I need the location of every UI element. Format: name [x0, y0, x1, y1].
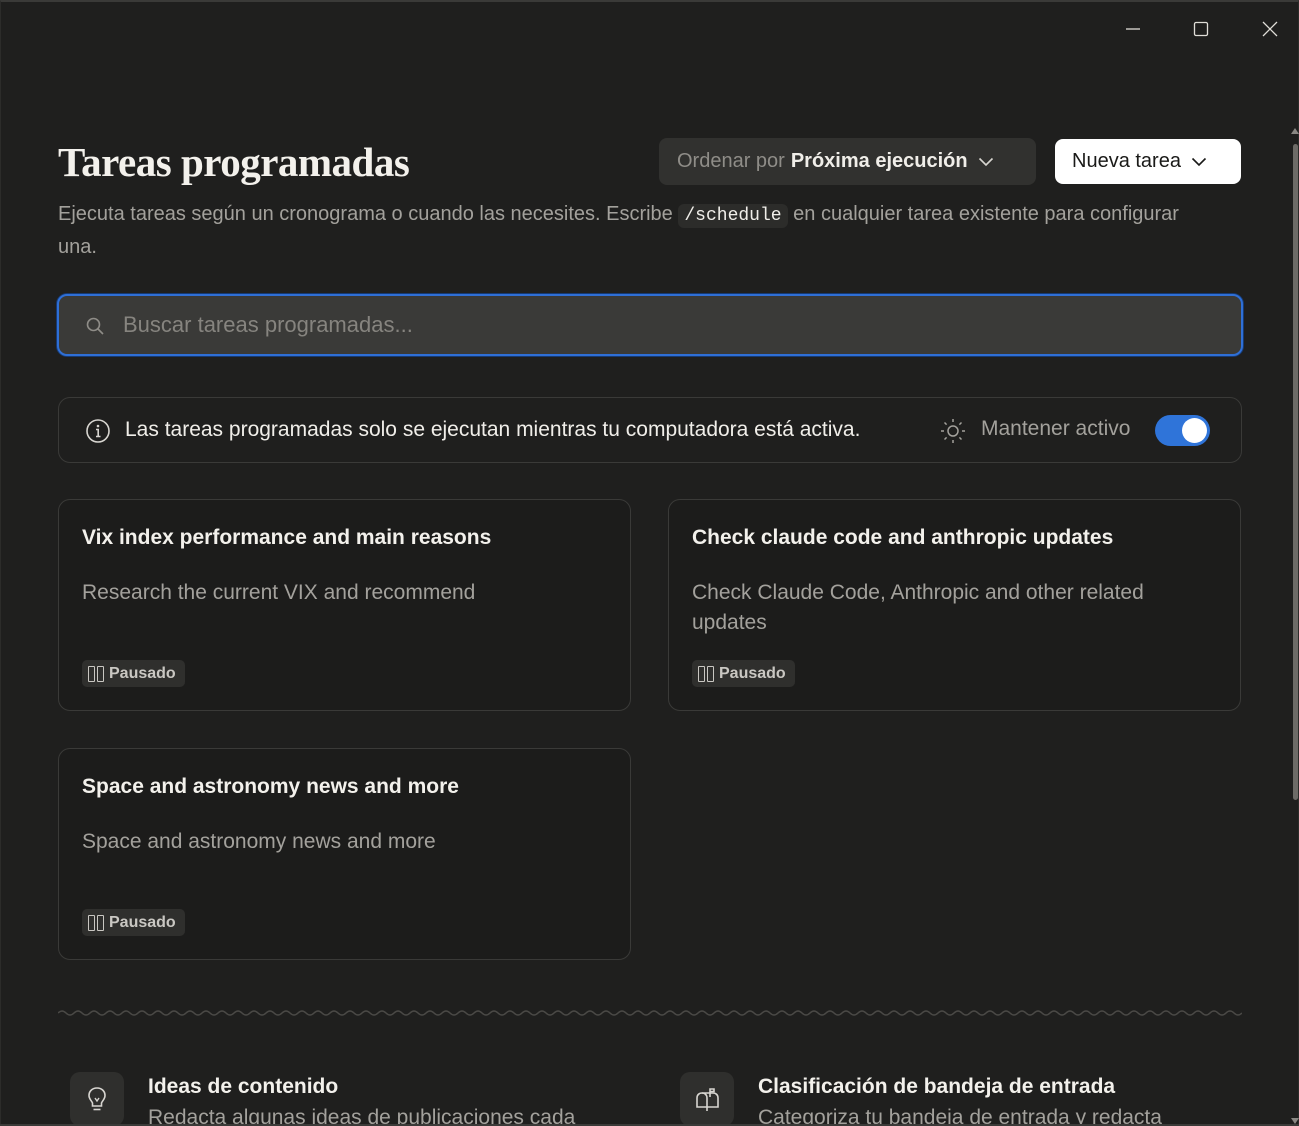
close-icon — [1262, 21, 1278, 37]
keep-awake-toggle[interactable] — [1155, 415, 1210, 446]
sort-value-label: Próxima ejecución — [790, 150, 968, 172]
lightbulb-icon — [88, 1087, 106, 1111]
pause-icon — [88, 914, 104, 931]
sun-icon — [939, 417, 967, 450]
minimize-button[interactable] — [1118, 14, 1148, 44]
wavy-divider — [58, 1010, 1242, 1016]
maximize-button[interactable] — [1186, 14, 1216, 44]
pause-icon — [698, 665, 714, 682]
status-label: Pausado — [109, 664, 176, 682]
search-icon — [85, 316, 105, 341]
suggestion-content-ideas[interactable]: Ideas de contenido Redacta algunas ideas… — [70, 1072, 630, 1126]
keep-awake-label: Mantener activo — [981, 417, 1131, 440]
maximize-icon — [1193, 21, 1209, 37]
close-button[interactable] — [1255, 14, 1285, 44]
pause-icon — [88, 665, 104, 682]
task-description: Research the current VIX and recommend — [82, 581, 476, 604]
info-icon — [85, 418, 111, 449]
chevron-down-icon — [978, 150, 994, 173]
suggestion-title: Clasificación de bandeja de entrada — [758, 1075, 1116, 1098]
keep-awake-info-bar: Las tareas programadas solo se ejecutan … — [58, 397, 1242, 463]
search-box[interactable] — [57, 294, 1243, 356]
task-card[interactable]: Vix index performance and main reasons R… — [58, 499, 631, 711]
suggestion-description: Categoriza tu bandeja de entrada y redac… — [758, 1106, 1162, 1126]
page-title: Tareas programadas — [58, 139, 410, 185]
page-subtitle: Ejecuta tareas según un cronograma o cua… — [58, 199, 1208, 263]
task-title: Vix index performance and main reasons — [82, 526, 492, 549]
task-title: Space and astronomy news and more — [82, 775, 459, 798]
vertical-scrollbar[interactable] — [1290, 128, 1299, 1124]
suggestion-icon-box — [680, 1072, 734, 1126]
mailbox-icon — [696, 1088, 719, 1111]
new-task-button[interactable]: Nueva tarea — [1055, 139, 1241, 184]
suggestion-inbox-triage[interactable]: Clasificación de bandeja de entrada Cate… — [680, 1072, 1240, 1126]
scroll-up-arrow-icon[interactable] — [1291, 128, 1299, 134]
task-description: Check Claude Code, Anthropic and other r… — [692, 581, 1144, 634]
sort-dropdown[interactable]: Ordenar por Próxima ejecución — [659, 138, 1036, 185]
task-card[interactable]: Space and astronomy news and more Space … — [58, 748, 631, 960]
search-input[interactable] — [123, 304, 1223, 346]
task-title: Check claude code and anthropic updates — [692, 526, 1114, 549]
status-label: Pausado — [719, 664, 786, 682]
status-badge: Pausado — [692, 660, 795, 687]
suggestion-description: Redacta algunas ideas de publicaciones c… — [148, 1106, 576, 1126]
status-badge: Pausado — [82, 909, 185, 936]
sort-prefix-label: Ordenar por — [677, 150, 785, 172]
subtitle-text-before: Ejecuta tareas según un cronograma o cua… — [58, 203, 673, 225]
new-task-label: Nueva tarea — [1072, 150, 1181, 172]
schedule-command-chip: /schedule — [678, 204, 788, 228]
toggle-knob — [1182, 418, 1207, 443]
status-label: Pausado — [109, 913, 176, 931]
suggestion-title: Ideas de contenido — [148, 1075, 339, 1098]
scroll-thumb[interactable] — [1293, 144, 1298, 800]
chevron-down-icon — [1191, 150, 1207, 173]
suggestion-icon-box — [70, 1072, 124, 1126]
info-text: Las tareas programadas solo se ejecutan … — [125, 418, 861, 441]
status-badge: Pausado — [82, 660, 185, 687]
task-description: Space and astronomy news and more — [82, 830, 436, 853]
minimize-icon — [1126, 28, 1140, 30]
task-card[interactable]: Check claude code and anthropic updates … — [668, 499, 1241, 711]
